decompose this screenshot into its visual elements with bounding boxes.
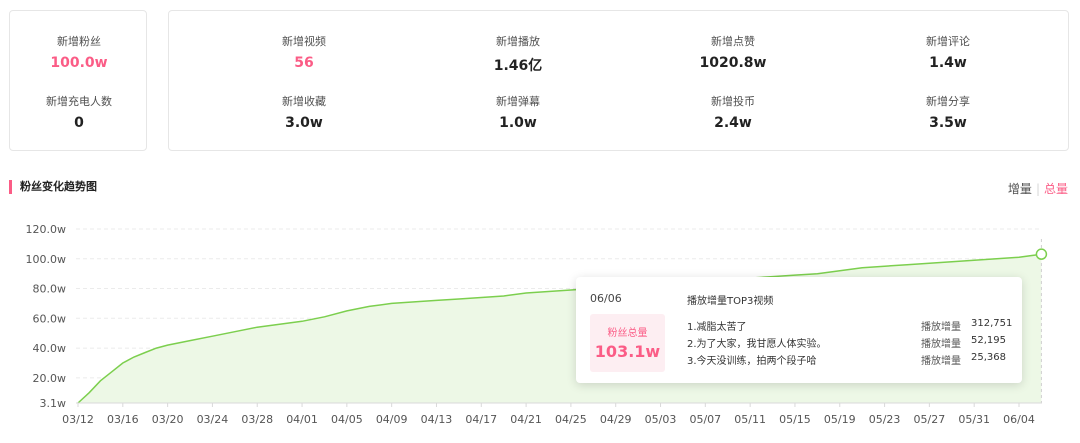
x-tick-label: 05/27 — [914, 413, 946, 426]
x-tick-label: 05/23 — [869, 413, 901, 426]
x-tick-label: 04/05 — [331, 413, 363, 426]
video-play-label: 播放增量 — [921, 339, 961, 350]
x-tick-label: 05/19 — [824, 413, 856, 426]
tooltip-total-value: 103.1w — [594, 342, 661, 361]
video-title[interactable]: 3.今天没训练，拍两个段子哈 — [687, 352, 817, 367]
tooltip-date: 06/06 — [590, 292, 622, 305]
y-tick-label: 120.0w — [26, 223, 67, 236]
x-tick-label: 04/01 — [286, 413, 318, 426]
y-tick-label: 60.0w — [33, 312, 67, 325]
x-tick-label: 05/03 — [645, 413, 677, 426]
x-tick-label: 05/31 — [958, 413, 990, 426]
tooltip-video-row[interactable]: 2.为了大家，我甘愿人体实验。 播放增量 52,195 — [687, 335, 1007, 350]
video-play-label: 播放增量 — [921, 356, 961, 367]
hover-point-marker[interactable] — [1035, 248, 1048, 260]
x-tick-label: 05/15 — [779, 413, 811, 426]
video-title[interactable]: 1.减脂太苦了 — [687, 318, 747, 333]
y-tick-label: 3.1w — [40, 397, 67, 410]
x-tick-label: 04/29 — [600, 413, 632, 426]
x-tick-label: 03/28 — [241, 413, 273, 426]
y-tick-label: 100.0w — [26, 253, 67, 266]
x-tick-label: 03/24 — [197, 413, 229, 426]
video-title[interactable]: 2.为了大家，我甘愿人体实验。 — [687, 335, 827, 350]
y-tick-label: 80.0w — [33, 283, 67, 296]
x-tick-label: 03/16 — [107, 413, 139, 426]
video-play-value: 52,195 — [971, 335, 1006, 346]
chart-tooltip: 06/06 粉丝总量 103.1w 播放增量TOP3视频 1.减脂太苦了 播放增… — [576, 277, 1022, 383]
x-tick-label: 04/21 — [510, 413, 542, 426]
x-tick-label: 04/13 — [421, 413, 453, 426]
video-play-label: 播放增量 — [921, 322, 961, 333]
video-play-value: 312,751 — [971, 318, 1013, 329]
x-tick-label: 05/07 — [689, 413, 721, 426]
x-tick-label: 04/25 — [555, 413, 587, 426]
tooltip-total-label: 粉丝总量 — [607, 328, 648, 339]
video-play-value: 25,368 — [971, 352, 1006, 363]
tooltip-video-row[interactable]: 3.今天没训练，拍两个段子哈 播放增量 25,368 — [687, 352, 1007, 367]
x-tick-label: 04/09 — [376, 413, 408, 426]
x-tick-label: 05/11 — [734, 413, 766, 426]
x-tick-label: 03/12 — [62, 413, 94, 426]
tooltip-video-row[interactable]: 1.减脂太苦了 播放增量 312,751 — [687, 318, 1012, 333]
y-tick-label: 40.0w — [33, 342, 67, 355]
x-tick-label: 03/20 — [152, 413, 184, 426]
tooltip-total-box: 粉丝总量 103.1w — [590, 314, 665, 372]
x-tick-label: 06/04 — [1003, 413, 1035, 426]
x-tick-label: 04/17 — [465, 413, 497, 426]
y-tick-label: 20.0w — [33, 372, 67, 385]
tooltip-top-header: 播放增量TOP3视频 — [687, 296, 774, 307]
